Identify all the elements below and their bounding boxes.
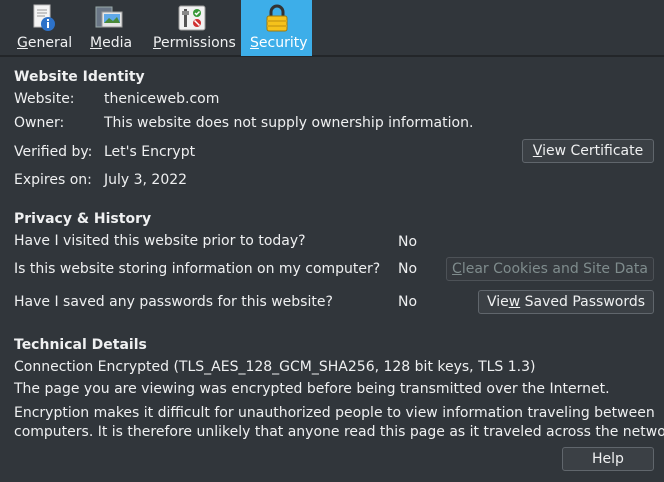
- encryption-explanation-line1: Encryption makes it difficult for unauth…: [14, 405, 655, 421]
- privacy-history-heading: Privacy & History: [14, 211, 152, 227]
- website-label: Website:: [14, 91, 75, 107]
- tab-security-mnemonic: S: [250, 35, 259, 51]
- tab-media-mnemonic: M: [90, 35, 103, 51]
- tab-bar: General Media Permissions Security: [0, 0, 664, 56]
- tab-permissions-mnemonic: P: [153, 35, 161, 51]
- website-identity-heading: Website Identity: [14, 69, 145, 85]
- expires-on-label: Expires on:: [14, 172, 92, 188]
- permissions-icon: [178, 5, 206, 31]
- tab-security-label: Security: [250, 35, 308, 51]
- tab-permissions-label: Permissions: [153, 35, 236, 51]
- technical-details-heading: Technical Details: [14, 337, 147, 353]
- tab-general-mnemonic: G: [17, 35, 28, 51]
- clear-cookies-button[interactable]: Clear Cookies and Site Data: [446, 257, 654, 281]
- view-saved-passwords-button[interactable]: View Saved Passwords: [478, 290, 654, 314]
- view-saved-passwords-pre: Vie: [486, 294, 509, 310]
- tab-media-rest: edia: [102, 35, 133, 51]
- tab-general[interactable]: General: [10, 0, 76, 56]
- verified-by-value: Let's Encrypt: [104, 144, 196, 160]
- help-button[interactable]: Help: [562, 447, 654, 471]
- tab-permissions[interactable]: Permissions: [146, 0, 238, 56]
- tab-general-rest: eneral: [27, 35, 73, 51]
- view-saved-passwords-post: Saved Passwords: [520, 294, 646, 310]
- padlock-icon: [266, 4, 288, 32]
- verified-by-label: Verified by:: [14, 144, 93, 160]
- website-value: theniceweb.com: [104, 91, 220, 107]
- passwords-answer: No: [398, 294, 418, 310]
- page-info-security-window: General Media Permissions Security Websi…: [0, 0, 664, 482]
- document-info-icon: [33, 4, 55, 31]
- visited-answer: No: [398, 234, 418, 250]
- tab-media[interactable]: Media: [86, 0, 136, 56]
- tab-media-label: Media: [90, 35, 132, 51]
- expires-on-value: July 3, 2022: [104, 172, 188, 188]
- storing-question: Is this website storing information on m…: [14, 261, 381, 277]
- clear-cookies-mnemonic: C: [452, 261, 462, 277]
- media-images-icon: [95, 6, 123, 28]
- owner-value: This website does not supply ownership i…: [104, 115, 474, 131]
- owner-label: Owner:: [14, 115, 65, 131]
- clear-cookies-rest: lear Cookies and Site Data: [461, 261, 648, 277]
- tab-general-label: General: [17, 35, 72, 51]
- encryption-explanation-line2: computers. It is therefore unlikely that…: [14, 424, 664, 440]
- tab-separator: [0, 56, 664, 57]
- storing-answer: No: [398, 261, 418, 277]
- tab-permissions-rest: ermissions: [160, 35, 236, 51]
- view-certificate-button[interactable]: View Certificate: [522, 139, 654, 163]
- visited-question: Have I visited this website prior to tod…: [14, 233, 306, 249]
- encrypted-before-text: The page you are viewing was encrypted b…: [14, 381, 610, 397]
- tab-security[interactable]: Security: [241, 0, 312, 56]
- tab-security-rest: ecurity: [258, 35, 308, 51]
- view-certificate-mnemonic: V: [532, 143, 543, 159]
- passwords-question: Have I saved any passwords for this webs…: [14, 294, 333, 310]
- view-certificate-rest: iew Certificate: [542, 143, 644, 159]
- connection-encrypted-text: Connection Encrypted (TLS_AES_128_GCM_SH…: [14, 359, 536, 375]
- view-saved-passwords-mnemonic: w: [508, 294, 521, 310]
